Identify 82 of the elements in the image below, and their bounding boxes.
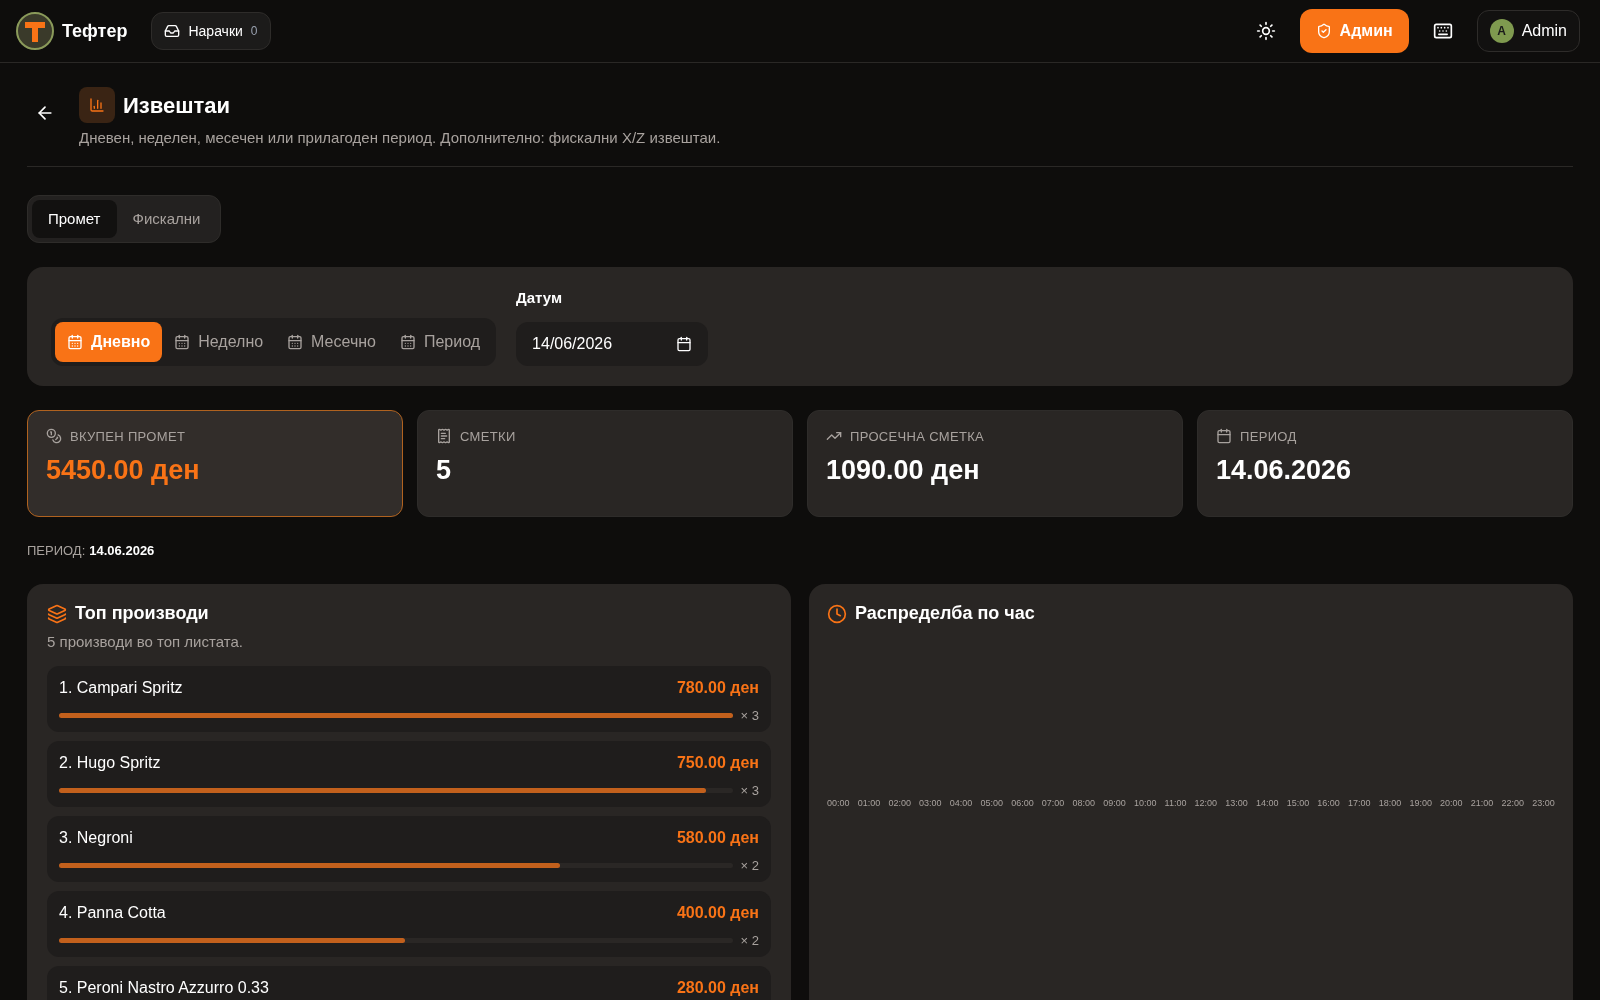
hour-label: 22:00 — [1501, 797, 1524, 810]
orders-label: Нарачки — [188, 22, 243, 41]
hour-label: 08:00 — [1072, 797, 1096, 810]
stat-value: 1090.00 ден — [826, 454, 981, 487]
hour-label: 20:00 — [1440, 797, 1463, 810]
tab[interactable]: Фискални — [116, 199, 217, 238]
calendar-icon — [399, 333, 416, 350]
user-button[interactable]: A Admin — [1476, 10, 1580, 52]
page-subtitle: Дневен, неделен, месечен или прилагоден период. Дополнително: фискални X/Z извештаи. — [79, 128, 721, 148]
product-amount: 750.00 ден — [676, 752, 759, 773]
orders-button[interactable]: Нарачки 0 — [151, 12, 271, 50]
hour-label: 23:00 — [1532, 797, 1555, 810]
stat-label: ПЕРИОД — [1240, 427, 1297, 446]
hour-label: 06:00 — [1011, 797, 1034, 810]
period-option[interactable]: Неделно — [162, 321, 276, 362]
clock-icon — [827, 603, 847, 624]
hour-label: 03:00 — [919, 797, 942, 810]
hour-label: 04:00 — [949, 797, 973, 810]
period-option[interactable]: Месечно — [275, 321, 388, 362]
hour-label: 12:00 — [1194, 797, 1218, 810]
user-avatar: A — [1489, 19, 1514, 43]
hour-label: 19:00 — [1409, 797, 1432, 810]
hour-label: 07:00 — [1041, 797, 1065, 810]
calendar-icon — [67, 333, 83, 350]
coins-icon — [46, 428, 62, 445]
product-count: × 3 — [740, 706, 759, 725]
hour-label: 16:00 — [1317, 797, 1340, 810]
product-name: 3. Negroni — [59, 827, 133, 848]
hour-label: 17:00 — [1348, 797, 1371, 810]
hour-label: 11:00 — [1164, 797, 1187, 810]
period-option[interactable]: Период — [387, 321, 493, 362]
hour-label: 14:00 — [1255, 797, 1279, 810]
stat-label: СМЕТКИ — [460, 427, 516, 446]
page-title: Извештаи — [123, 91, 231, 120]
product-count: × 3 — [740, 781, 759, 800]
hour-label: 10:00 — [1133, 797, 1157, 810]
bar-chart-icon — [89, 97, 105, 113]
stat-label: ВКУПЕН ПРОМЕТ — [70, 427, 186, 446]
hour-label: 02:00 — [888, 797, 911, 810]
date-label: Датум — [516, 288, 564, 308]
card-title: Распределба по час — [855, 602, 1035, 625]
theme-toggle-icon[interactable] — [1255, 21, 1276, 41]
product-amount: 580.00 ден — [676, 827, 759, 848]
stat-value: 14.06.2026 — [1216, 454, 1353, 487]
hour-label: 00:00 — [827, 797, 850, 810]
calendar-icon — [174, 333, 191, 350]
brand-name: Тефтер — [62, 20, 128, 43]
card-title: Топ производи — [75, 602, 209, 625]
receipt-icon — [436, 428, 452, 445]
logo-icon — [16, 12, 54, 50]
inbox-icon — [164, 23, 181, 39]
product-amount: 280.00 ден — [676, 977, 759, 998]
shield-icon — [1315, 23, 1332, 39]
hour-label: 21:00 — [1470, 797, 1494, 810]
stat-value: 5 — [436, 454, 453, 487]
hour-label: 18:00 — [1378, 797, 1402, 810]
calendar-icon — [287, 333, 304, 350]
stat-label: ПРОСЕЧНА СМЕТКА — [850, 427, 985, 446]
keyboard-icon[interactable] — [1432, 21, 1453, 41]
tab[interactable]: Промет — [32, 199, 117, 238]
card-subtitle: 5 производи во топ листата. — [47, 632, 244, 652]
product-name: 1. Campari Spritz — [59, 677, 183, 698]
orders-count: 0 — [250, 23, 258, 39]
period-value: 14.06.2026 — [89, 541, 155, 560]
product-name: 2. Hugo Spritz — [59, 752, 161, 773]
hour-label: 01:00 — [857, 797, 881, 810]
hour-label: 09:00 — [1103, 797, 1126, 810]
product-count: × 2 — [740, 931, 759, 950]
calendar-icon — [1216, 428, 1232, 445]
product-count: × 2 — [740, 856, 759, 875]
product-amount: 780.00 ден — [676, 677, 759, 698]
hour-label: 15:00 — [1286, 797, 1310, 810]
period-label: ПЕРИОД: — [27, 541, 86, 560]
hour-label: 05:00 — [980, 797, 1003, 810]
product-name: 4. Panna Cotta — [59, 902, 166, 923]
calendar-icon — [676, 335, 693, 352]
hour-label: 13:00 — [1225, 797, 1248, 810]
date-field[interactable]: 14/06/2026 — [516, 321, 709, 366]
layers-icon — [47, 603, 67, 624]
stat-value: 5450.00 ден — [46, 454, 201, 487]
product-name: 5. Peroni Nastro Azzurro 0.33 — [59, 977, 269, 998]
product-amount: 400.00 ден — [676, 902, 759, 923]
